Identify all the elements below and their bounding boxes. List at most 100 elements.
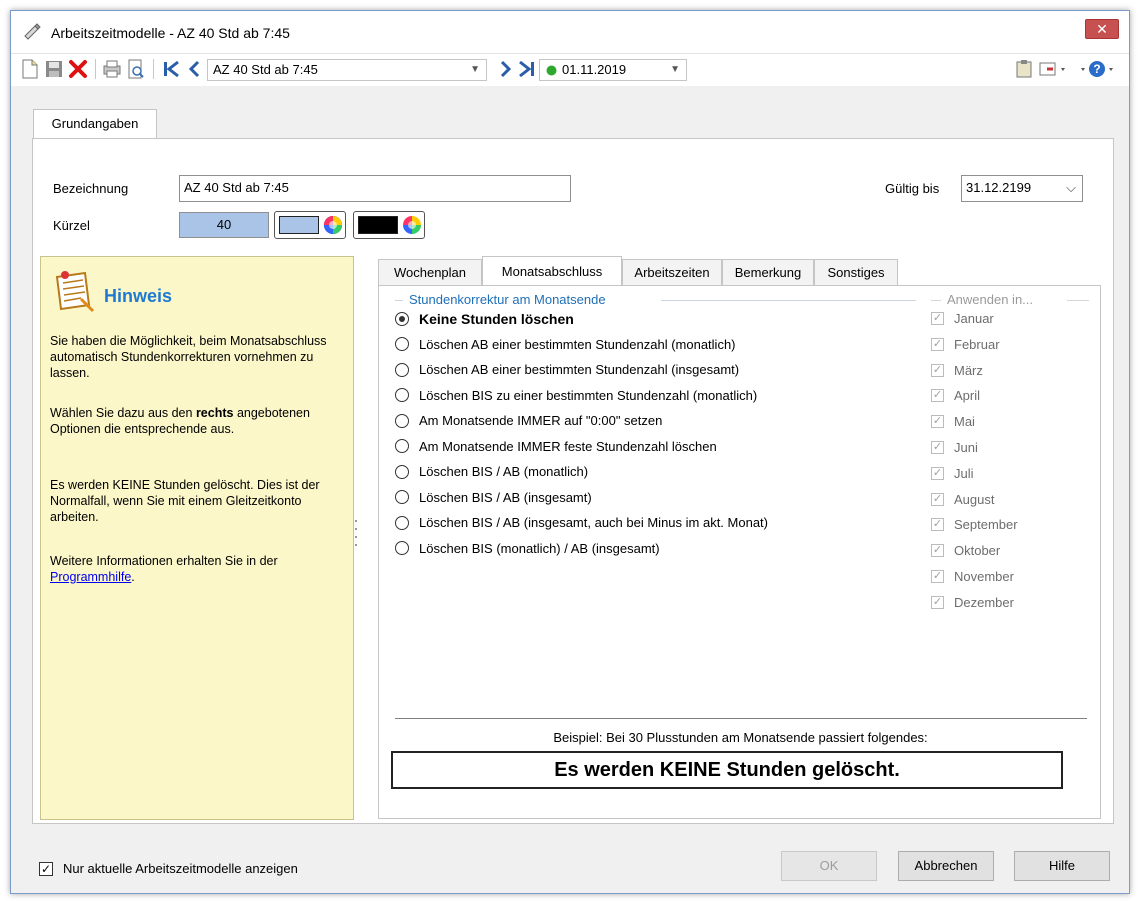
correction-option-label: Am Monatsende IMMER feste Stundenzahl lö… [419,438,717,454]
month-checkbox-row: ✓ Januar [931,311,994,326]
tab-bemerkung[interactable]: Bemerkung [722,259,814,285]
chevron-down-icon: ▼ [670,64,680,75]
close-button[interactable]: ✕ [1085,19,1119,39]
month-label: September [954,517,1018,533]
month-checkbox: ✓ [931,518,944,532]
correction-option[interactable]: Löschen BIS zu einer bestimmten Stundenz… [395,388,757,403]
radio-button[interactable] [395,490,409,504]
month-label: Januar [954,311,994,326]
splitter-handle[interactable] [355,514,358,564]
radio-button[interactable] [395,312,409,326]
tab-sonstiges[interactable]: Sonstiges [814,259,898,285]
hint-text-segment: Wählen Sie dazu aus den [50,406,196,420]
radio-button[interactable] [395,413,409,428]
correction-option-label: Keine Stunden löschen [419,311,574,327]
radio-button[interactable] [395,541,409,555]
current-models-checkbox-row[interactable]: ✓ Nur aktuelle Arbeitszeitmodelle anzeig… [39,861,298,876]
month-checkbox-row: ✓ Juli [931,466,974,481]
correction-option[interactable]: Keine Stunden löschen [395,311,574,327]
month-label: Mai [954,414,975,430]
correction-option[interactable]: Löschen AB einer bestimmten Stundenzahl … [395,337,736,352]
print-preview-icon[interactable] [125,58,147,80]
correction-option[interactable]: Löschen AB einer bestimmten Stundenzahl … [395,362,739,377]
radio-button[interactable] [395,439,409,453]
correction-option-label: Löschen BIS zu einer bestimmten Stundenz… [419,387,758,403]
apply-group-title: Anwenden in... [947,292,1034,307]
background-color-swatch [279,216,319,234]
help-menu-icon[interactable]: ? [1077,58,1117,80]
hint-text-segment: . [131,570,135,584]
hint-paragraph-1: Sie haben die Möglichkeit, beim Monatsab… [50,334,327,380]
month-checkbox: ✓ [931,570,944,583]
month-checkbox-row: ✓ Dezember [931,595,1014,610]
month-checkbox-row: ✓ April [931,388,980,403]
correction-option[interactable]: Löschen BIS (monatlich) / AB (insgesamt) [395,541,660,556]
color-wheel-icon [324,216,342,234]
clipboard-icon[interactable] [1013,58,1035,80]
radio-button[interactable] [395,337,409,351]
title-bar: Arbeitszeitmodelle - AZ 40 Std ab 7:45 ✕ [11,11,1129,54]
help-button[interactable]: Hilfe [1014,851,1110,881]
chevron-down-icon: ▼ [470,64,480,75]
example-result: Es werden KEINE Stunden gelöscht. [391,751,1063,789]
app-icon [24,23,41,40]
gueltig-bis-select[interactable]: 31.12.2199 ⌵ [961,175,1083,202]
save-icon[interactable] [43,58,65,80]
background-color-picker[interactable] [274,211,346,239]
export-menu-icon[interactable] [1037,58,1069,80]
correction-option-label: Löschen BIS (monatlich) / AB (insgesamt) [419,540,660,556]
tab-arbeitszeiten[interactable]: Arbeitszeiten [622,259,722,285]
last-record-icon[interactable] [515,58,537,80]
month-label: November [954,569,1014,584]
tab-monatsabschluss[interactable]: Monatsabschluss [482,256,622,285]
separator [395,718,1087,719]
month-label: Juli [954,465,974,481]
month-checkbox: ✓ [931,441,944,454]
color-wheel-icon [403,216,421,234]
model-select-value: AZ 40 Std ab 7:45 [213,62,318,77]
bezeichnung-field[interactable]: AZ 40 Std ab 7:45 [179,175,571,202]
tab-wochenplan[interactable]: Wochenplan [378,259,482,285]
correction-option[interactable]: Am Monatsende IMMER feste Stundenzahl lö… [395,439,717,454]
month-checkbox: ✓ [931,389,944,403]
svg-text:?: ? [1093,62,1100,76]
tab-grundangaben[interactable]: Grundangaben [33,109,157,139]
correction-option[interactable]: Löschen BIS / AB (insgesamt) [395,490,592,505]
model-select[interactable]: AZ 40 Std ab 7:45 ▼ [207,59,487,81]
new-document-icon[interactable] [19,58,41,80]
hint-text-segment: Weitere Informationen erhalten Sie in de… [50,554,278,568]
notepad-icon [55,271,95,313]
month-checkbox-row: ✓ November [931,569,1014,584]
cancel-button[interactable]: Abbrechen [898,851,994,881]
ok-button[interactable]: OK [781,851,877,881]
previous-record-icon[interactable] [183,58,205,80]
date-select-value: 01.11.2019 [562,62,627,77]
radio-button[interactable] [395,388,409,402]
month-checkbox: ✓ [931,492,944,506]
kuerzel-field[interactable]: 40 [179,212,269,238]
example-caption: Beispiel: Bei 30 Plusstunden am Monatsen… [553,730,928,745]
correction-option[interactable]: Löschen BIS / AB (insgesamt, auch bei Mi… [395,515,768,530]
month-label: Oktober [954,543,1001,559]
delete-icon[interactable] [67,58,89,80]
month-label: Juni [954,440,978,455]
hint-title: Hinweis [104,286,173,306]
correction-option[interactable]: Am Monatsende IMMER auf "0:00" setzen [395,413,662,428]
bezeichnung-label: Bezeichnung [53,181,129,196]
radio-button[interactable] [395,362,409,377]
radio-button[interactable] [395,464,409,479]
current-models-checkbox[interactable]: ✓ [39,861,53,876]
first-record-icon[interactable] [161,58,183,80]
program-help-link[interactable]: Programmhilfe [50,570,131,584]
font-color-picker[interactable] [353,211,425,239]
print-icon[interactable] [101,58,123,80]
next-record-icon[interactable] [495,58,517,80]
radio-button[interactable] [395,515,409,530]
month-checkbox: ✓ [931,544,944,558]
month-checkbox-row: ✓ Juni [931,440,978,455]
month-checkbox: ✓ [931,337,944,351]
month-label: Dezember [954,594,1014,610]
correction-option[interactable]: Löschen BIS / AB (monatlich) [395,464,588,479]
correction-option-label: Löschen AB einer bestimmten Stundenzahl … [419,336,736,352]
date-select[interactable]: 01.11.2019 ▼ [539,59,687,81]
